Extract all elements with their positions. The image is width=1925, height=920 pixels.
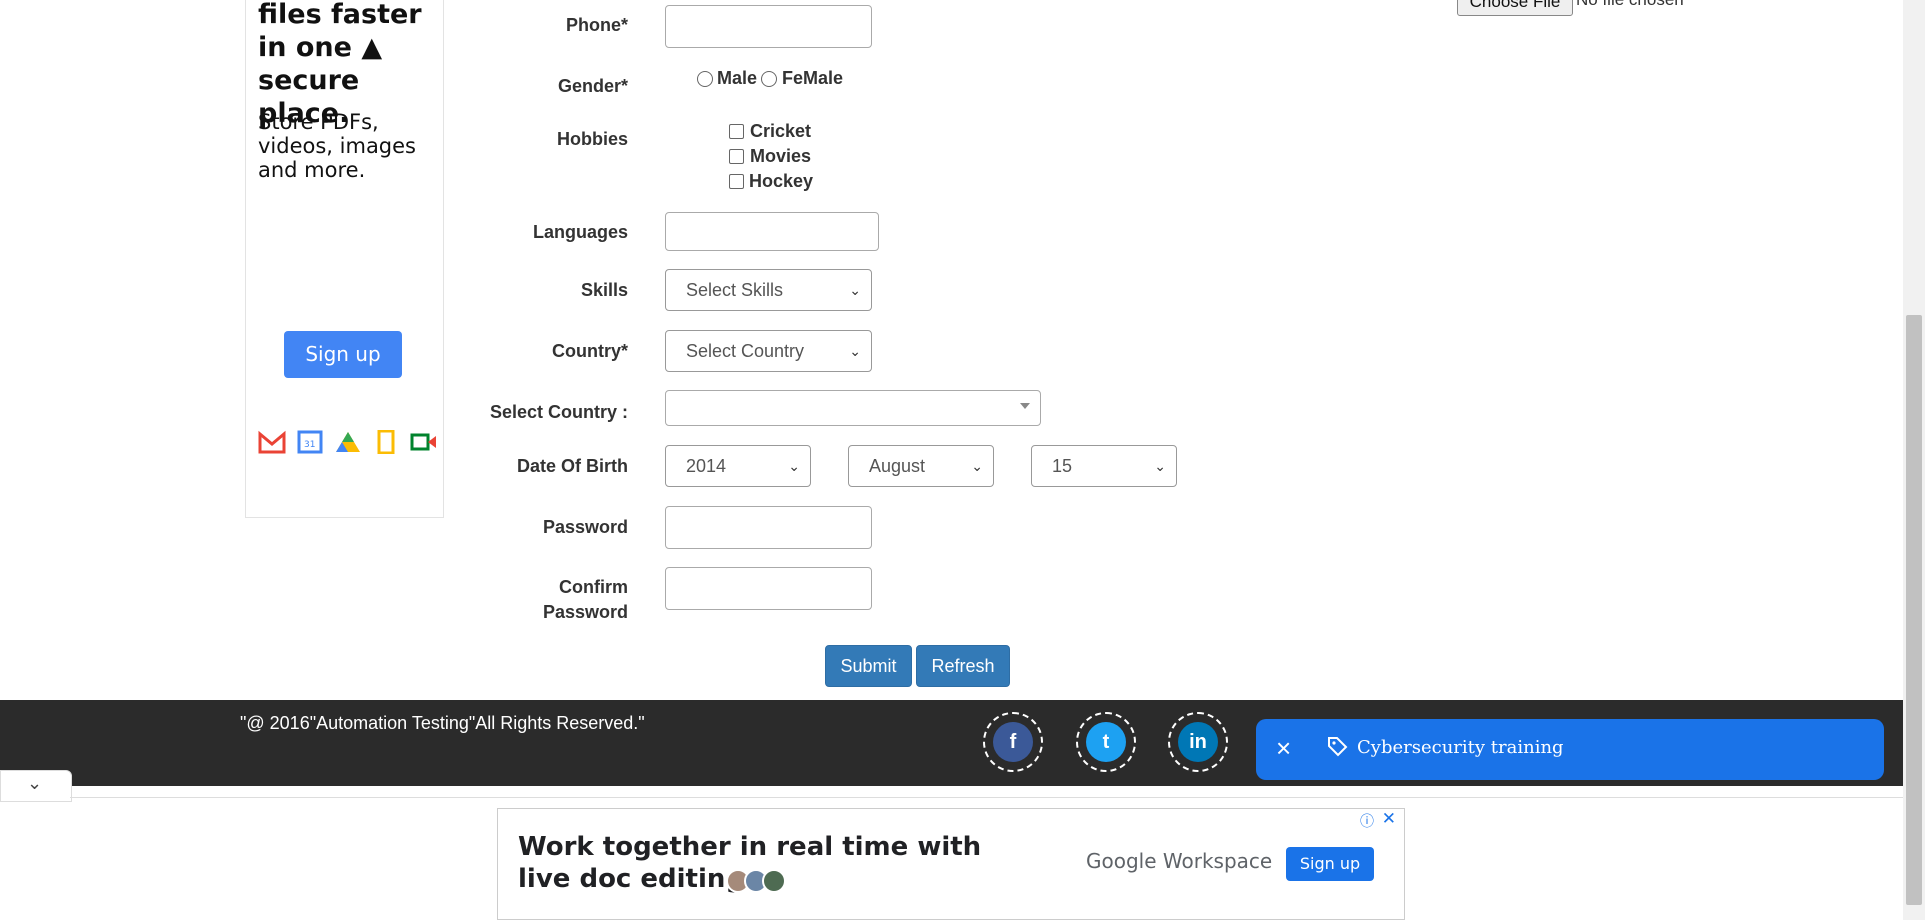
hobby-hockey-label: Hockey [749, 171, 814, 191]
chevron-down-icon: ⌄ [27, 773, 43, 793]
ad-line-1: Work together in real time with [518, 832, 982, 862]
ad-line-2: live doc editing. [518, 864, 754, 894]
skills-label: Skills [580, 280, 628, 300]
dropdown-arrow-icon [1020, 403, 1030, 409]
gender-male-label: Male [717, 68, 758, 88]
scrollbar-thumb[interactable] [1906, 315, 1922, 905]
country-label: Country* [552, 341, 628, 361]
hobbies-label: Hobbies [556, 129, 628, 149]
hobby-cricket-label: Cricket [750, 121, 812, 141]
close-icon[interactable]: ✕ [1382, 809, 1396, 829]
facebook-icon: f [993, 722, 1033, 762]
dob-year-select[interactable]: 2014 ⌄ [665, 445, 811, 487]
gender-female-label: FeMale [782, 68, 844, 88]
bottom-advertisement[interactable]: Work together in real time with live doc… [497, 808, 1405, 920]
tag-icon [1326, 735, 1348, 757]
hobby-movies-label: Movies [750, 146, 812, 166]
country-value: Select Country [686, 341, 805, 361]
gmail-icon [258, 430, 286, 454]
skills-select[interactable]: Select Skills ⌄ [665, 269, 872, 311]
info-icon[interactable]: ⓘ [1360, 811, 1374, 831]
ad-subtext: Store PDFs, videos, images and more. [258, 110, 417, 182]
dob-day-value: 15 [1052, 456, 1073, 476]
promo-toast[interactable]: × Cybersecurity training [1256, 719, 1884, 780]
confirm-password-label-line1: Confirm [559, 577, 628, 597]
linkedin-icon: in [1178, 722, 1218, 762]
ad-avatars [726, 869, 786, 893]
dob-month-value: August [869, 456, 926, 476]
country-select[interactable]: Select Country ⌄ [665, 330, 872, 372]
ad-signup-button[interactable]: Sign up [284, 331, 402, 378]
choose-file-button[interactable]: Choose File [1457, 0, 1573, 16]
gender-male-radio[interactable] [697, 71, 713, 87]
dob-label: Date Of Birth [516, 456, 628, 476]
ad-brand: Google Workspace [1086, 849, 1273, 873]
gender-female-radio[interactable] [761, 71, 777, 87]
svg-text:31: 31 [304, 440, 315, 450]
phone-label: Phone* [565, 15, 628, 35]
twitter-icon: t [1086, 722, 1126, 762]
chevron-down-icon: ⌄ [788, 458, 800, 474]
drive-icon [334, 430, 362, 454]
confirm-password-input[interactable] [665, 567, 872, 610]
dob-month-select[interactable]: August ⌄ [848, 445, 994, 487]
copyright-text: "@ 2016"Automation Testing"All Rights Re… [240, 713, 645, 733]
file-status: No file chosen [1576, 0, 1684, 10]
refresh-button[interactable]: Refresh [916, 645, 1010, 687]
submit-button[interactable]: Submit [825, 645, 912, 687]
facebook-link[interactable]: f [983, 712, 1043, 772]
password-label: Password [542, 517, 628, 537]
chevron-down-icon: ⌄ [849, 282, 861, 298]
languages-input[interactable] [665, 212, 879, 251]
ad-app-icons: 31 [258, 429, 438, 455]
divider [70, 797, 1903, 798]
chevron-down-icon: ⌄ [971, 458, 983, 474]
collapse-tab[interactable]: ⌄ [0, 770, 72, 802]
confirm-password-label-line2: Password [542, 602, 628, 622]
twitter-link[interactable]: t [1076, 712, 1136, 772]
select-country-label: Select Country : [489, 402, 628, 422]
phone-input[interactable] [665, 5, 872, 48]
chevron-down-icon: ⌄ [849, 343, 861, 359]
ad-bottom-signup-button[interactable]: Sign up [1286, 847, 1374, 881]
toast-text: Cybersecurity training [1357, 737, 1564, 758]
chevron-down-icon: ⌄ [1154, 458, 1166, 474]
skills-value: Select Skills [686, 280, 784, 300]
password-input[interactable] [665, 506, 872, 549]
linkedin-link[interactable]: in [1168, 712, 1228, 772]
meet-icon [410, 430, 438, 454]
avatar [762, 869, 786, 893]
hobby-hockey-checkbox[interactable] [729, 174, 744, 189]
hobby-cricket-checkbox[interactable] [729, 124, 744, 139]
gender-label: Gender* [557, 76, 628, 96]
scrollbar[interactable] [1903, 0, 1925, 920]
docs-icon [372, 429, 400, 455]
close-icon[interactable]: × [1276, 733, 1291, 763]
hobby-movies-checkbox[interactable] [729, 149, 744, 164]
dob-day-select[interactable]: 15 ⌄ [1031, 445, 1177, 487]
dob-year-value: 2014 [686, 456, 727, 476]
calendar-icon: 31 [296, 430, 324, 454]
languages-label: Languages [532, 222, 628, 242]
select-country-combobox[interactable] [665, 390, 1041, 426]
